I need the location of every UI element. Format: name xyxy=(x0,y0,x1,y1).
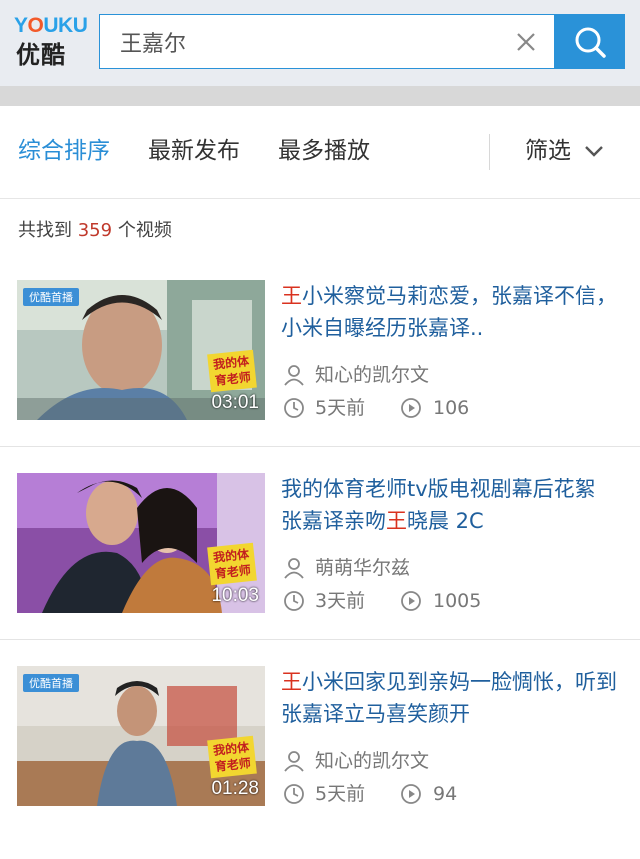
video-author[interactable]: 知心的凯尔文 xyxy=(315,748,429,774)
divider xyxy=(0,446,640,447)
search-box xyxy=(99,14,555,69)
video-author[interactable]: 萌萌华尔兹 xyxy=(315,555,410,581)
header-bar: YOUKU 优酷 xyxy=(0,0,640,86)
user-icon xyxy=(284,558,304,579)
youku-logo[interactable]: YOUKU 优酷 xyxy=(14,14,88,72)
search-input[interactable] xyxy=(100,15,500,68)
result-count-suffix: 个视频 xyxy=(112,220,172,241)
video-plays: 1005 xyxy=(433,590,482,612)
video-thumbnail[interactable]: 优酷首播 我的体育老师 03:01 xyxy=(17,280,265,420)
user-icon xyxy=(284,365,304,386)
video-time: 5天前 xyxy=(315,397,366,419)
user-icon xyxy=(284,751,304,772)
video-duration: 10:03 xyxy=(211,585,259,606)
video-time: 5天前 xyxy=(315,783,366,805)
tab-comprehensive-sort[interactable]: 综合排序 xyxy=(18,136,110,166)
video-duration: 01:28 xyxy=(211,778,259,799)
tab-latest[interactable]: 最新发布 xyxy=(148,136,240,166)
show-logo: 我的体育老师 xyxy=(207,542,257,586)
video-card[interactable]: 优酷首播 我的体育老师 03:01 王小米察觉马莉恋爱，张嘉译不信，小米自曝经历… xyxy=(0,280,640,473)
logo-text-en: YOUKU xyxy=(14,14,88,37)
tab-most-played[interactable]: 最多播放 xyxy=(278,136,370,166)
play-icon xyxy=(401,591,421,611)
title-highlight: 王 xyxy=(281,284,302,308)
logo-text-cn: 优酷 xyxy=(16,41,66,69)
result-count-prefix: 共找到 xyxy=(18,220,78,241)
sort-tabs: 综合排序 最新发布 最多播放 筛选 xyxy=(0,106,640,199)
title-text: 晓晨 2C xyxy=(407,509,484,533)
video-duration: 03:01 xyxy=(211,392,259,413)
show-logo: 我的体育老师 xyxy=(207,735,257,779)
tab-divider xyxy=(489,134,490,170)
video-thumbnail[interactable]: 我的体育老师 10:03 xyxy=(17,473,265,613)
video-plays: 106 xyxy=(433,397,470,419)
filter-button[interactable]: 筛选 xyxy=(525,136,571,166)
thumbnail-tag: 优酷首播 xyxy=(23,288,79,306)
title-text: 小米察觉马莉恋爱，张嘉译不信，小米自曝经历张嘉译.. xyxy=(281,284,617,340)
search-icon xyxy=(575,27,606,58)
title-highlight: 王 xyxy=(386,509,407,533)
video-title[interactable]: 我的体育老师tv版电视剧幕后花絮 张嘉译亲吻王晓晨 2C xyxy=(281,473,621,537)
video-thumbnail[interactable]: 优酷首播 我的体育老师 01:28 xyxy=(17,666,265,806)
result-count-number: 359 xyxy=(77,220,113,241)
video-title[interactable]: 王小米察觉马莉恋爱，张嘉译不信，小米自曝经历张嘉译.. xyxy=(281,280,621,344)
video-time: 3天前 xyxy=(315,590,366,612)
video-author[interactable]: 知心的凯尔文 xyxy=(315,362,429,388)
clock-icon xyxy=(284,591,304,611)
play-icon xyxy=(401,398,421,418)
divider xyxy=(0,639,640,640)
clock-icon xyxy=(284,784,304,804)
play-icon xyxy=(401,784,421,804)
title-text: 小米回家见到亲妈一脸惆怅，听到张嘉译立马喜笑颜开 xyxy=(281,670,617,726)
chevron-down-icon[interactable] xyxy=(584,144,604,158)
result-count: 共找到 359 个视频 xyxy=(18,219,172,243)
video-card[interactable]: 我的体育老师 10:03 我的体育老师tv版电视剧幕后花絮 张嘉译亲吻王晓晨 2… xyxy=(0,473,640,666)
video-title[interactable]: 王小米回家见到亲妈一脸惆怅，听到张嘉译立马喜笑颜开 xyxy=(281,666,621,730)
video-plays: 94 xyxy=(433,783,458,805)
title-highlight: 王 xyxy=(281,670,302,694)
header-separator xyxy=(0,86,640,106)
video-card[interactable]: 优酷首播 我的体育老师 01:28 王小米回家见到亲妈一脸惆怅，听到张嘉译立马喜… xyxy=(0,666,640,859)
close-icon[interactable] xyxy=(514,30,538,54)
thumbnail-tag: 优酷首播 xyxy=(23,674,79,692)
show-logo: 我的体育老师 xyxy=(207,349,257,393)
clock-icon xyxy=(284,398,304,418)
search-button[interactable] xyxy=(555,14,625,69)
